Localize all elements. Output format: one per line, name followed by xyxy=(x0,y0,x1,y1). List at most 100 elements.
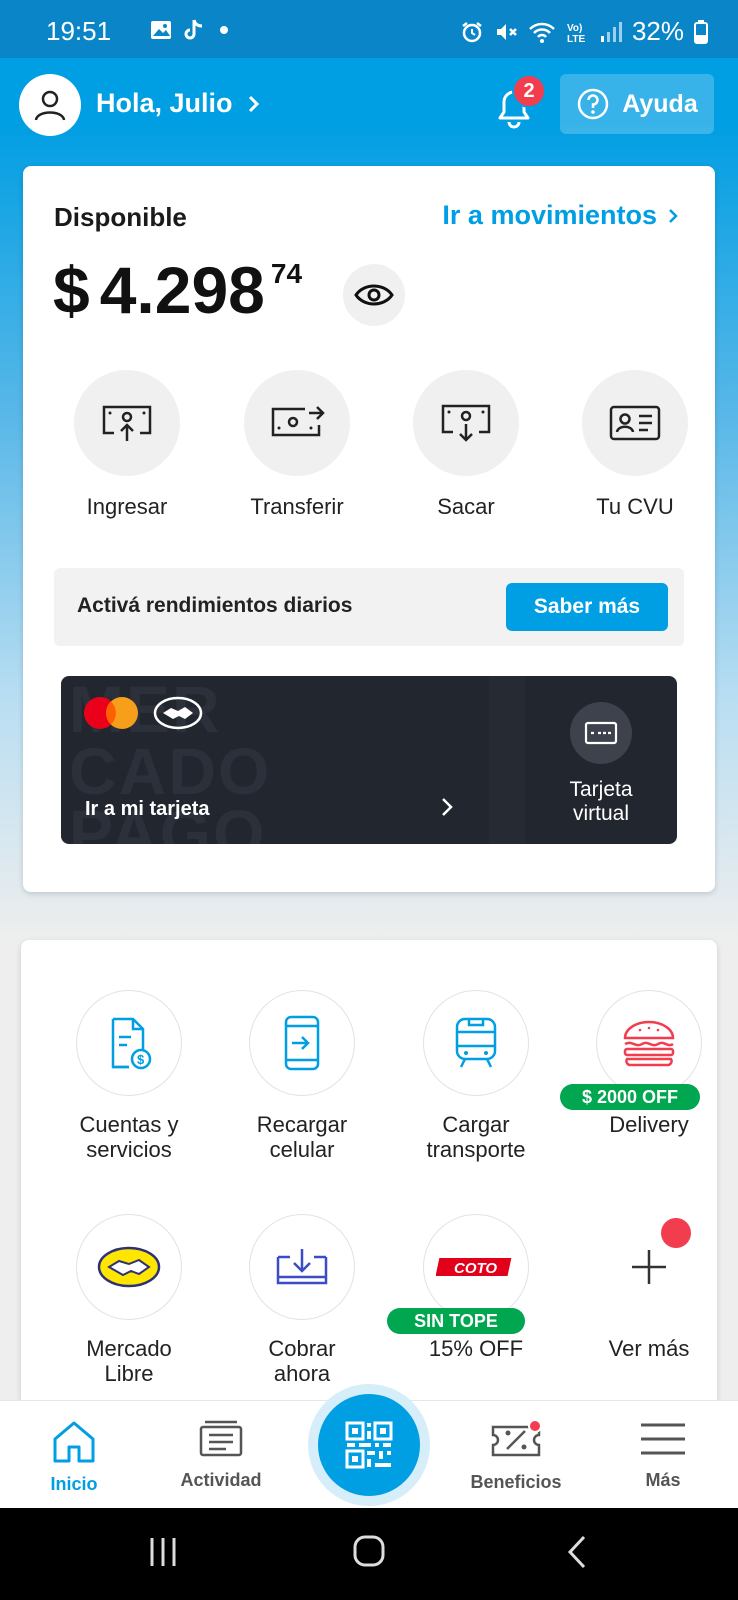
amount-value: 4.298 xyxy=(99,253,265,327)
currency-symbol: $ xyxy=(53,253,90,327)
service-label: Cargar transporte xyxy=(426,1112,526,1162)
action-label: Transferir xyxy=(250,494,344,519)
my-card-link: Ir a mi tarjeta xyxy=(85,798,210,820)
qr-code-icon xyxy=(345,1421,393,1469)
wifi-icon xyxy=(529,22,555,43)
action-circle xyxy=(74,370,180,476)
service-circle xyxy=(596,990,702,1096)
alarm-icon xyxy=(462,21,482,42)
user-icon xyxy=(34,90,66,121)
service-circle xyxy=(249,990,355,1096)
coto-no-cap-tag: SIN TOPE xyxy=(387,1308,525,1334)
notification-badge: 2 xyxy=(512,74,546,108)
balance-amount: $ 4.298 74 xyxy=(53,252,302,328)
service-circle: COTO xyxy=(423,1214,529,1320)
card-divider xyxy=(489,676,525,844)
status-right: Vo) LTE 32% xyxy=(460,16,708,47)
tiktok-icon xyxy=(184,19,203,40)
service-circle xyxy=(423,990,529,1096)
nav-actividad[interactable]: Actividad xyxy=(161,1419,281,1491)
help-button[interactable]: Ayuda xyxy=(560,74,714,134)
svg-text:$: $ xyxy=(137,1052,145,1067)
movements-link[interactable]: Ir a movimientos xyxy=(442,200,679,231)
back-icon[interactable] xyxy=(566,1534,588,1570)
id-card-icon xyxy=(609,405,661,441)
home-icon xyxy=(53,1421,95,1463)
phone-recharge-icon xyxy=(284,1015,320,1071)
action-tu-cvu[interactable]: Tu CVU xyxy=(550,370,720,520)
virtual-card-icon xyxy=(584,721,618,745)
yield-promo: Activá rendimientos diarios Saber más xyxy=(54,568,684,646)
service-label: Mercado Libre xyxy=(86,1336,172,1386)
chevron-right-icon xyxy=(248,95,259,112)
chevron-right-icon xyxy=(669,208,678,223)
service-circle xyxy=(76,1214,182,1320)
new-badge-dot xyxy=(661,1218,691,1248)
transfer-icon xyxy=(271,406,325,437)
service-label: Recargar celular xyxy=(256,1112,348,1162)
service-transport[interactable]: Cargar transporte xyxy=(389,990,563,1162)
action-circle xyxy=(582,370,688,476)
menu-icon xyxy=(641,1423,685,1455)
virtual-card-button[interactable]: Tarjeta virtual xyxy=(525,676,677,844)
ticket-icon xyxy=(491,1419,542,1457)
nav-label: Inicio xyxy=(50,1474,98,1494)
action-label: Sacar xyxy=(437,494,495,519)
service-mercadolibre[interactable]: Mercado Libre xyxy=(42,1214,216,1386)
help-icon xyxy=(578,88,609,120)
status-bar: 19:51 Vo) LTE 32% xyxy=(0,0,738,58)
virtual-card-label: Tarjeta virtual xyxy=(569,778,633,825)
service-collect[interactable]: Cobrar ahora xyxy=(215,1214,389,1386)
action-label: Ingresar xyxy=(86,494,168,519)
virtual-card-icon-wrap xyxy=(570,702,632,764)
action-sacar[interactable]: Sacar xyxy=(381,370,551,520)
nav-mas[interactable]: Más xyxy=(603,1419,723,1491)
withdraw-icon xyxy=(441,404,491,442)
system-navigation-bar xyxy=(0,1508,738,1600)
mastercard-icon xyxy=(84,697,138,729)
service-label: Cuentas y servicios xyxy=(79,1112,179,1162)
movements-link-text: Ir a movimientos xyxy=(442,200,657,230)
service-phone-recharge[interactable]: Recargar celular xyxy=(215,990,389,1162)
gallery-icon xyxy=(151,21,171,39)
balance-label: Disponible xyxy=(54,202,187,232)
action-ingresar[interactable]: Ingresar xyxy=(42,370,212,520)
greeting-link[interactable]: Hola, Julio xyxy=(96,88,261,119)
status-time: 19:51 xyxy=(46,16,112,46)
amount-cents: 74 xyxy=(270,258,303,289)
nav-inicio[interactable]: Inicio xyxy=(14,1419,134,1495)
service-label: Cobrar ahora xyxy=(268,1336,336,1386)
battery-icon xyxy=(694,19,708,44)
learn-more-button[interactable]: Saber más xyxy=(506,583,668,631)
action-circle xyxy=(244,370,350,476)
activity-icon xyxy=(199,1420,243,1457)
service-circle xyxy=(249,1214,355,1320)
home-button-icon[interactable] xyxy=(352,1534,386,1568)
more-notifications-dot xyxy=(220,26,228,34)
avatar[interactable] xyxy=(19,74,81,136)
service-see-more[interactable]: Ver más xyxy=(562,1214,736,1361)
service-circle: $ xyxy=(76,990,182,1096)
service-bills[interactable]: $ Cuentas y servicios xyxy=(42,990,216,1162)
top-bar: Hola, Julio 2 Ayuda xyxy=(0,58,738,168)
action-transferir[interactable]: Transferir xyxy=(212,370,382,520)
nav-beneficios[interactable]: Beneficios xyxy=(456,1419,576,1493)
service-delivery[interactable]: Delivery xyxy=(562,990,736,1137)
recent-apps-icon[interactable] xyxy=(148,1536,178,1568)
plus-icon xyxy=(632,1250,666,1284)
service-coto[interactable]: COTO 15% OFF xyxy=(389,1214,563,1361)
qr-scan-button[interactable] xyxy=(318,1394,420,1496)
quick-actions: Ingresar Transferir Sacar Tu CVU xyxy=(23,370,715,530)
deposit-icon xyxy=(102,405,152,441)
svg-text:LTE: LTE xyxy=(567,34,585,44)
volte-icon: Vo)LTE xyxy=(567,23,585,44)
toggle-balance-button[interactable] xyxy=(343,264,405,326)
nav-label: Más xyxy=(645,1470,681,1490)
yield-promo-text: Activá rendimientos diarios xyxy=(77,594,353,617)
mercadopago-handshake-icon xyxy=(153,696,203,730)
my-card-banner[interactable]: MER CADO PAGO Ir a mi tarjeta Tarjeta vi… xyxy=(61,676,677,844)
nav-label: Actividad xyxy=(180,1470,262,1490)
action-circle xyxy=(413,370,519,476)
service-label: Ver más xyxy=(608,1336,690,1361)
svg-text:COTO: COTO xyxy=(454,1260,497,1277)
